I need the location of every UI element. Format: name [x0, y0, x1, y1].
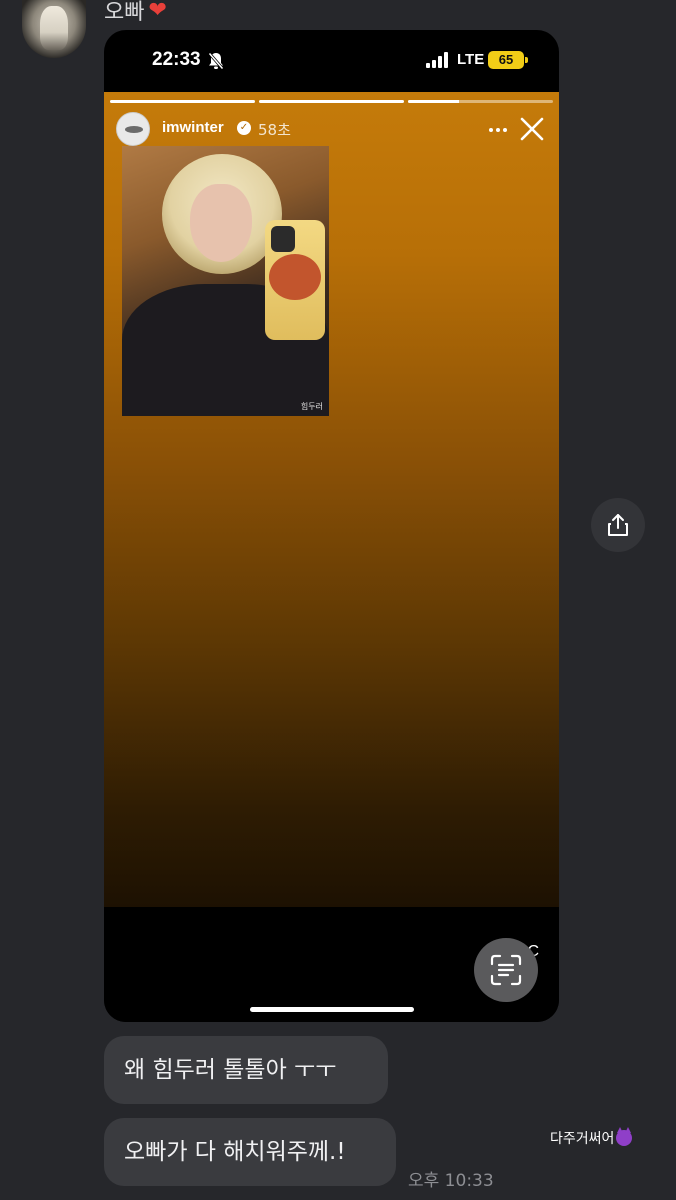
- sender-caption-text: 오빠: [104, 0, 145, 25]
- bell-slash-icon: [208, 52, 224, 70]
- home-indicator: [250, 1007, 414, 1012]
- message-bubble[interactable]: 오빠가 다 해치워주께.!: [104, 1118, 396, 1186]
- story-progress-segment: [408, 100, 553, 103]
- photo-subject-face: [190, 184, 252, 262]
- sender-avatar[interactable]: [22, 0, 86, 58]
- story-photo: 힘두러: [122, 146, 329, 416]
- reaction-label: 다주거써어: [550, 1127, 633, 1148]
- battery-icon: 65: [488, 51, 528, 69]
- story-progress-segment: [110, 100, 255, 103]
- avatar-figure: [40, 6, 68, 50]
- message-bubble[interactable]: 왜 힘두러 톨톨아 ㅜㅜ: [104, 1036, 388, 1104]
- story-progress-fill: [259, 100, 404, 103]
- scan-text-button[interactable]: [474, 938, 538, 1002]
- network-type: LTE: [457, 51, 485, 68]
- story-time-ago: 58초: [258, 121, 291, 139]
- share-button[interactable]: [591, 498, 645, 552]
- status-bar: 22:33 LTE 65: [104, 30, 559, 92]
- story-header: imwinter ✓ 58초: [114, 110, 551, 148]
- share-icon: [608, 514, 628, 536]
- photo-caption: 힘두러: [300, 402, 323, 411]
- shared-story-card[interactable]: 22:33 LTE 65 imwinter ✓ 58초 힘두러 C: [104, 30, 559, 1022]
- photo-phone: [265, 220, 325, 340]
- more-options-icon[interactable]: [489, 128, 507, 132]
- story-progress-segment: [259, 100, 404, 103]
- story-frame: imwinter ✓ 58초 힘두러: [104, 92, 559, 907]
- story-user-avatar[interactable]: [116, 112, 150, 146]
- sender-caption: 오빠 ❤: [104, 0, 167, 26]
- cellular-signal-icon: [426, 52, 448, 68]
- story-progress-fill: [408, 100, 459, 103]
- red-heart-icon: ❤: [148, 0, 167, 23]
- verified-badge-icon: ✓: [237, 121, 251, 135]
- close-icon[interactable]: [519, 116, 545, 142]
- message-timestamp: 오후 10:33: [408, 1171, 494, 1191]
- story-progress-fill: [110, 100, 255, 103]
- status-time: 22:33: [152, 49, 201, 70]
- smiling-devil-icon: [616, 1127, 633, 1146]
- scan-text-icon: [490, 954, 522, 986]
- story-progress-bars: [110, 100, 553, 103]
- story-username[interactable]: imwinter: [162, 119, 224, 136]
- reaction-text: 다주거써어: [550, 1131, 615, 1147]
